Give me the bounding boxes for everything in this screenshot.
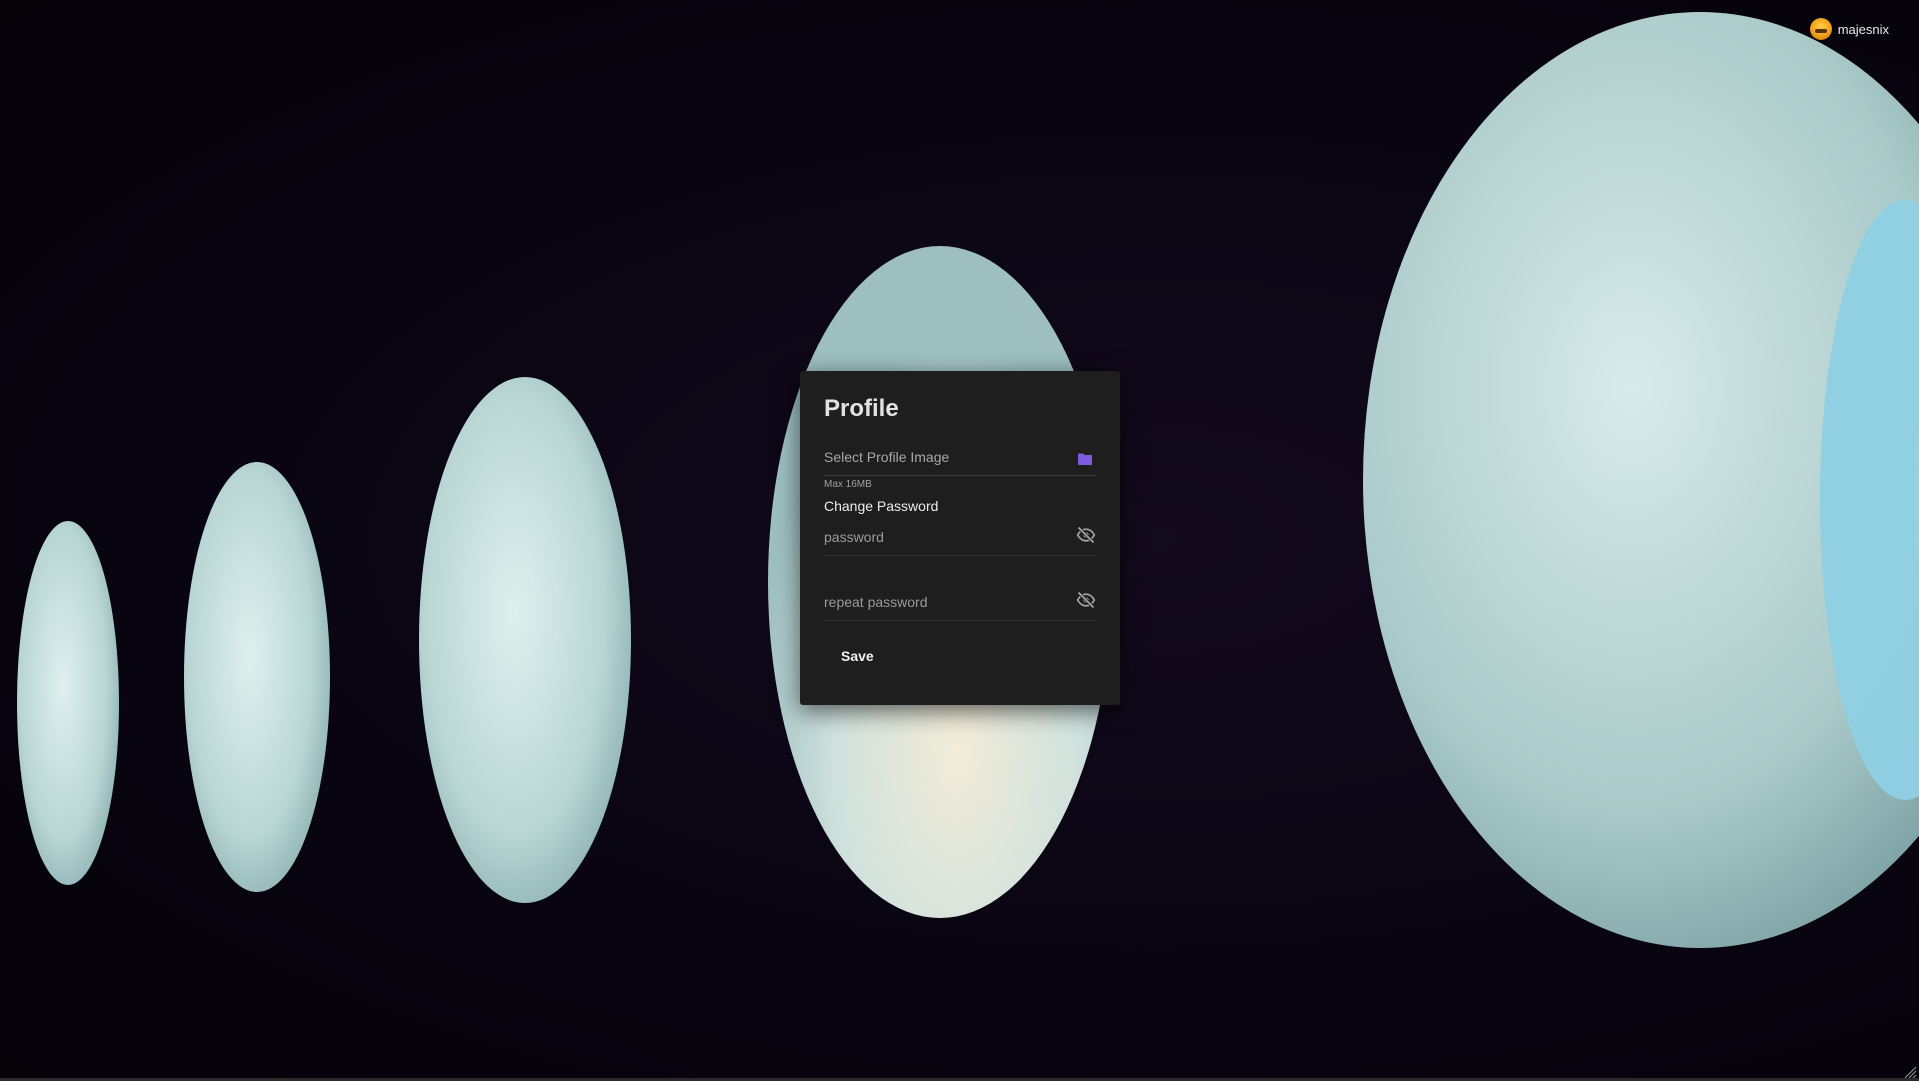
profile-card: Profile Select Profile Image Max 16MB Ch… (800, 371, 1120, 705)
password-input[interactable] (824, 529, 1064, 545)
repeat-password-field[interactable] (824, 590, 1096, 621)
folder-icon[interactable] (1078, 453, 1092, 465)
resize-grip-icon[interactable] (1903, 1065, 1917, 1079)
change-password-label: Change Password (824, 498, 939, 514)
profile-image-label: Select Profile Image (824, 449, 950, 465)
repeat-password-input[interactable] (824, 594, 1064, 610)
user-menu[interactable]: majesnix (1809, 18, 1889, 40)
password-field[interactable] (824, 525, 1096, 556)
username: majesnix (1837, 21, 1889, 37)
eye-off-icon[interactable] (1076, 590, 1096, 610)
profile-image-field[interactable]: Select Profile Image (824, 445, 1096, 476)
avatar (1809, 18, 1832, 40)
eye-off-icon[interactable] (1076, 525, 1096, 545)
save-button[interactable]: Save (824, 639, 891, 673)
profile-image-hint: Max 16MB (824, 479, 872, 490)
page-title: Profile (824, 395, 899, 422)
